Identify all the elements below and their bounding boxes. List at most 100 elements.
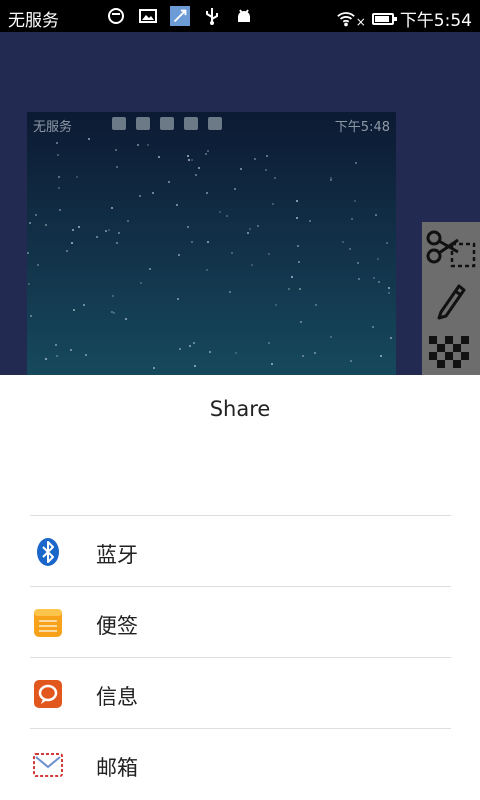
preview-star [140,282,142,284]
preview-star [28,283,30,285]
preview-star [240,168,242,170]
notification-icons [106,6,254,26]
share-item-bluetooth[interactable]: 蓝牙 [30,515,451,586]
preview-star [55,344,57,346]
preview-star [198,167,200,169]
preview-star [206,269,208,271]
preview-star [137,144,139,146]
preview-star [206,192,208,194]
preview-star [373,277,375,279]
share-item-mail[interactable]: 邮箱 [30,728,451,799]
preview-star [66,250,68,252]
edit-toolbar [422,222,480,375]
status-right: × 下午5:54 [336,6,472,31]
no-signal-icon: × [355,14,366,29]
share-item-label: 信息 [96,685,138,709]
preview-star [296,217,298,219]
preview-star [354,200,356,202]
messages-icon [34,680,62,708]
preview-star [118,232,120,234]
screenshot-icon [170,6,190,26]
preview-star [265,169,267,171]
wifi-icon [336,11,355,26]
preview-star [274,177,276,179]
preview-star [300,321,302,323]
preview-star [299,288,301,290]
draw-tool-button[interactable] [422,274,480,326]
preview-star [71,242,73,244]
share-item-label: 蓝牙 [96,543,138,567]
notes-icon [34,609,62,637]
preview-star [188,159,190,161]
clock: 下午5:54 [399,11,472,31]
preview-star [226,215,228,217]
bluetooth-icon [37,538,59,566]
preview-star [125,318,127,320]
preview-star [88,138,90,140]
crop-tool-button[interactable] [422,222,480,274]
preview-star [297,245,299,247]
mosaic-tool-button[interactable] [422,326,480,375]
preview-star [187,155,189,157]
preview-star [168,181,170,183]
preview-star [207,150,209,152]
preview-star [139,195,141,197]
preview-star [247,232,249,234]
preview-star [191,159,193,161]
preview-star [57,154,59,156]
preview-star [113,312,115,314]
preview-star [268,342,270,344]
preview-star [59,209,61,211]
usb-icon [206,8,218,25]
preview-star [178,254,180,256]
preview-star [288,288,290,290]
preview-star [358,278,360,280]
preview-star [193,342,195,344]
preview-star [116,242,118,244]
share-item-messages[interactable]: 信息 [30,657,451,728]
preview-star [375,214,377,216]
share-title: Share [209,397,271,421]
preview-star [115,149,117,151]
screenshot-preview[interactable]: 无服务 下午5:48 [27,112,396,375]
preview-star [72,229,74,231]
preview-star [234,188,236,190]
preview-star [207,241,209,243]
preview-clock: 下午5:48 [334,120,390,135]
preview-star [342,241,344,243]
preview-star [85,354,87,356]
share-item-notes[interactable]: 便签 [30,586,451,657]
preview-star [249,228,251,230]
preview-star [194,365,196,367]
preview-star [291,276,293,278]
preview-star [350,360,352,362]
preview-star [388,287,390,289]
mail-icon [33,753,63,777]
preview-star [235,352,237,354]
preview-star [35,214,37,216]
preview-star [254,158,256,160]
android-debug-icon [238,9,250,22]
status-bar: 无服务 × 下午5:54 [0,0,480,32]
preview-star [266,155,268,157]
face-icon [108,8,124,24]
preview-star [58,176,60,178]
carrier-label: 无服务 [8,11,59,31]
preview-star [179,348,181,350]
preview-notification-icons [112,117,222,130]
preview-star [195,174,197,176]
preview-star [330,336,332,338]
preview-star [378,281,380,283]
preview-star [268,253,270,255]
preview-star [257,225,259,227]
preview-star [149,268,151,270]
share-item-label: 邮箱 [96,756,138,780]
share-target-list: 蓝牙 便签 信息 邮箱 [30,515,451,799]
preview-star [302,355,304,357]
preview-star [127,220,129,222]
preview-star [275,304,277,306]
preview-star [349,248,351,250]
preview-star [380,355,382,357]
preview-star [29,222,31,224]
preview-star [298,261,300,263]
